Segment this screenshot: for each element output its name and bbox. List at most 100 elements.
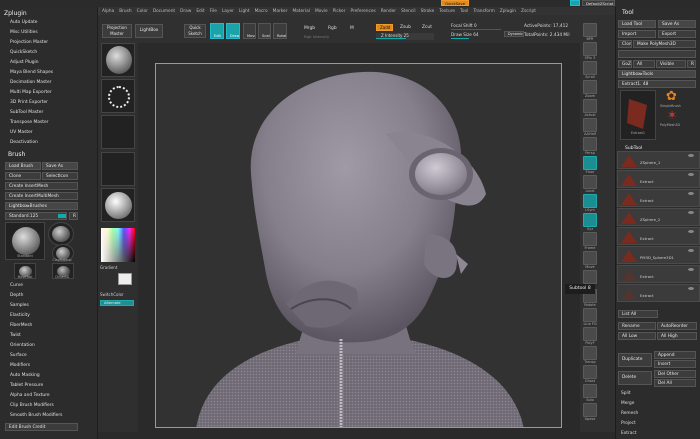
shelf-xpose-button[interactable] bbox=[583, 403, 597, 417]
eye-icon[interactable] bbox=[688, 211, 694, 214]
menu-macro[interactable]: Macro bbox=[255, 9, 268, 14]
zplugin-item[interactable]: Adjust Plugin bbox=[0, 58, 97, 68]
goz-visible-button[interactable]: Visible bbox=[656, 60, 686, 68]
brush-section-item[interactable]: Clip Brush Modifiers bbox=[0, 401, 98, 411]
alpha-thumb[interactable] bbox=[101, 115, 135, 149]
menu-render[interactable]: Render bbox=[381, 9, 396, 14]
brush-section-item[interactable]: Smooth Brush Modifiers bbox=[0, 411, 98, 421]
make-polymesh-button[interactable]: Make PolyMesh3D bbox=[633, 40, 696, 48]
edit-mode-button[interactable]: Edit bbox=[210, 23, 224, 39]
menu-alpha[interactable]: Alpha bbox=[102, 9, 114, 14]
shelf-actual-button[interactable] bbox=[583, 99, 597, 113]
shelf-polyf-button[interactable] bbox=[583, 327, 597, 341]
brush-section-item[interactable]: Twist bbox=[0, 331, 98, 341]
eye-icon[interactable] bbox=[688, 154, 694, 157]
rgb-intensity-slider[interactable]: Rgb Intensity bbox=[304, 34, 329, 39]
load-tool-button[interactable]: Load Tool bbox=[618, 20, 656, 28]
zplugin-item[interactable]: Misc Utilities bbox=[0, 28, 97, 38]
brush-section-item[interactable]: Elasticity bbox=[0, 311, 98, 321]
brush-section-item[interactable]: Curve bbox=[0, 281, 98, 291]
shelf-local-button[interactable] bbox=[583, 175, 597, 189]
shelf-move-button[interactable] bbox=[583, 251, 597, 265]
tool-r-button[interactable]: R bbox=[687, 60, 696, 68]
delete-button[interactable]: Delete bbox=[618, 371, 652, 385]
insert-button[interactable]: Insert bbox=[654, 360, 696, 368]
color-picker[interactable] bbox=[101, 228, 135, 262]
menu-stroke[interactable]: Stroke bbox=[421, 9, 435, 14]
dynamic-button[interactable]: Dynamic bbox=[504, 31, 524, 37]
document-viewport[interactable] bbox=[155, 63, 562, 428]
shelf-ghost-button[interactable] bbox=[583, 365, 597, 379]
tool-name-slider[interactable]: Extract1. 48 bbox=[618, 80, 696, 88]
select-icon-button[interactable]: SelectIcon bbox=[42, 172, 78, 180]
brush-save-as-button[interactable]: Save As bbox=[42, 162, 78, 170]
shelf-bpr-button[interactable] bbox=[583, 23, 597, 37]
projection-master-button[interactable]: Projection Master bbox=[102, 24, 132, 38]
brush-section-item[interactable]: Alpha and Texture bbox=[0, 391, 98, 401]
rename-button[interactable]: Rename bbox=[618, 322, 656, 330]
script-toggle[interactable] bbox=[570, 0, 580, 6]
shelf-solo-button[interactable] bbox=[583, 384, 597, 398]
brush-clone-button[interactable]: Clone bbox=[5, 172, 41, 180]
zplugin-item[interactable]: 3D Print Exporter bbox=[0, 98, 97, 108]
shelf-lsym-button[interactable] bbox=[583, 194, 597, 208]
scale-mode-button[interactable]: Scale bbox=[258, 23, 271, 39]
quicksave-button[interactable]: QuickSave bbox=[441, 0, 469, 6]
remesh-section[interactable]: Remesh bbox=[621, 411, 638, 416]
lightbox-tools-button[interactable]: Lightbox▸Tools bbox=[618, 70, 696, 78]
gradient-label[interactable]: Gradient bbox=[100, 265, 117, 270]
shelf-line-fill-button[interactable] bbox=[583, 308, 597, 322]
brush-section-item[interactable]: Surface bbox=[0, 351, 98, 361]
brush-section-item[interactable]: FiberMesh bbox=[0, 321, 98, 331]
sphere-material-thumb[interactable] bbox=[101, 188, 135, 222]
menu-picker[interactable]: Picker bbox=[333, 9, 346, 14]
eye-icon[interactable] bbox=[688, 230, 694, 233]
secondary-color-swatch[interactable] bbox=[118, 273, 132, 285]
zplugin-item[interactable]: Deactivation bbox=[0, 138, 97, 148]
menu-color[interactable]: Color bbox=[137, 9, 148, 14]
menu-texture[interactable]: Texture bbox=[439, 9, 455, 14]
rotate-mode-button[interactable]: Rotate bbox=[273, 23, 287, 39]
auto-reorder-button[interactable]: AutoReorder bbox=[657, 322, 697, 330]
eye-icon[interactable] bbox=[688, 192, 694, 195]
zplugin-item[interactable]: UV Master bbox=[0, 128, 97, 138]
lightbox-button[interactable]: LightBox bbox=[135, 24, 163, 38]
menu-layer[interactable]: Layer bbox=[222, 9, 234, 14]
all-high-button[interactable]: All High bbox=[657, 332, 697, 340]
edit-brush-credit-button[interactable]: Edit Brush Credit bbox=[5, 423, 78, 431]
tool-title[interactable]: Tool bbox=[618, 8, 638, 17]
shelf-zoom-button[interactable] bbox=[583, 80, 597, 94]
import-button[interactable]: Import bbox=[618, 30, 656, 38]
clone-all-subtools-button[interactable] bbox=[618, 50, 696, 58]
create-insertmultimesh-button[interactable]: Create InsertMultiMesh bbox=[5, 192, 78, 200]
menu-movie[interactable]: Movie bbox=[315, 9, 328, 14]
subtool-row[interactable]: Extract bbox=[617, 284, 700, 302]
simplebrush-icon[interactable]: ✿ bbox=[666, 90, 680, 104]
menu-transform[interactable]: Transform bbox=[473, 9, 494, 14]
stroke-thumb[interactable] bbox=[101, 79, 135, 113]
brush-name-slider[interactable]: Standard.125 bbox=[5, 212, 67, 220]
subtool-row[interactable]: ZSphere_2 bbox=[617, 208, 700, 226]
menu-light[interactable]: Light bbox=[239, 9, 250, 14]
subtool-row[interactable]: Extract bbox=[617, 170, 700, 188]
shelf-aahalf-button[interactable] bbox=[583, 118, 597, 132]
merge-section[interactable]: Merge bbox=[621, 401, 634, 406]
goz-button[interactable]: GoZ bbox=[618, 60, 632, 68]
menu-preferences[interactable]: Preferences bbox=[350, 9, 375, 14]
brush-section-item[interactable]: Auto Masking bbox=[0, 371, 98, 381]
rgb-button[interactable]: Rgb bbox=[328, 26, 337, 31]
zplugin-item[interactable]: Projection Master bbox=[0, 38, 97, 48]
quick-sketch-button[interactable]: Quick Sketch bbox=[184, 24, 206, 38]
menu-marker[interactable]: Marker bbox=[273, 9, 288, 14]
alternate-button[interactable]: Alternate bbox=[100, 300, 134, 306]
brush-section-item[interactable]: Modifiers bbox=[0, 361, 98, 371]
eye-icon[interactable] bbox=[688, 249, 694, 252]
subtool-row[interactable]: Extract bbox=[617, 227, 700, 245]
shelf-xyz-button[interactable] bbox=[583, 213, 597, 227]
menu-zscript[interactable]: Zscript bbox=[521, 9, 536, 14]
goz-all-button[interactable]: All bbox=[633, 60, 655, 68]
menu-material[interactable]: Material bbox=[292, 9, 309, 14]
zplugin-item[interactable]: Decimation Master bbox=[0, 78, 97, 88]
zcut-button[interactable]: Zcut bbox=[422, 25, 432, 30]
default-zscript-button[interactable]: DefaultZScript bbox=[582, 0, 615, 6]
